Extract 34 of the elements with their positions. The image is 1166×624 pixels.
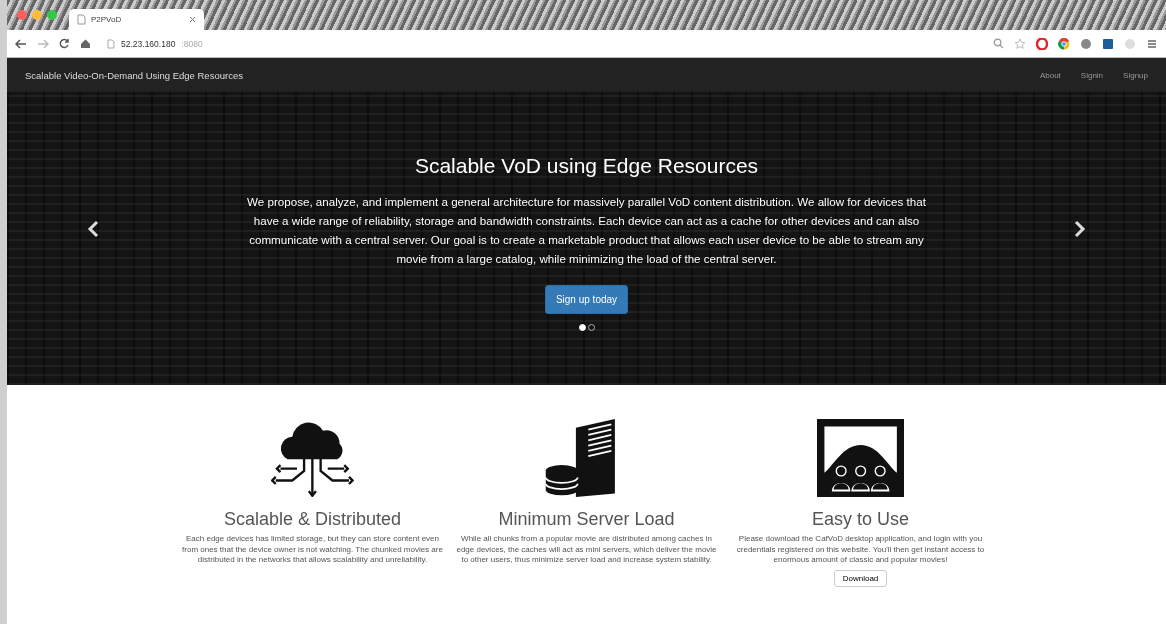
signup-button[interactable]: Sign up today xyxy=(544,285,629,314)
next-slide-icon[interactable] xyxy=(1074,219,1086,238)
download-button[interactable]: Download xyxy=(833,569,888,587)
reload-icon[interactable] xyxy=(59,38,70,49)
slide-title: Scalable VoD using Edge Resources xyxy=(414,154,759,178)
feature-heading: Minimum Server Load xyxy=(498,509,675,530)
close-window-icon[interactable] xyxy=(17,10,27,20)
feature-heading: Easy to Use xyxy=(811,509,909,530)
page-icon xyxy=(77,14,86,25)
back-icon[interactable] xyxy=(15,38,27,49)
maximize-window-icon[interactable] xyxy=(47,10,57,20)
previous-slide-icon[interactable] xyxy=(87,219,99,238)
feature-heading: Scalable & Distributed xyxy=(223,509,402,530)
address-field[interactable]: 52.23.160.180 :8080 xyxy=(101,33,983,54)
extension-icon[interactable] xyxy=(1080,37,1092,50)
feature-text: Each edge devices has limited storage, but they can store content even from ones that the device owner is not watching. The chunked movies are distributed in the networks that allows scalability and unreliability. xyxy=(181,534,444,566)
close-icon[interactable] xyxy=(189,16,196,23)
feature-text: While all chunks from a popular movie are distributed among caches in edge devices, the caches will act as mini servers, which deliver the movie to other users, thus minimize server load and increase system stability. xyxy=(455,534,718,566)
search-icon[interactable] xyxy=(993,38,1004,49)
nav-link[interactable]: Signup xyxy=(1123,70,1148,80)
nav-link[interactable]: Signin xyxy=(1080,70,1104,80)
slide-text: We propose, analyze, and implement a general architecture for massively parallel VoD content distribution. We allow for devices that have a wide range of reliability, storage and bandwidth constraints. Each device can act as a cache for other devices and can also communicate with a central server. Our goal is to create a marketable product that allows each user device to be able to stream any movie from a large catalog, while minimizing the load of the central server. xyxy=(246,194,927,267)
browser-tab[interactable]: P2PVoD xyxy=(69,9,204,30)
menu-icon[interactable] xyxy=(1146,37,1158,50)
brand-link[interactable]: Scalable Video-On-Demand Using Edge Resources xyxy=(25,69,243,81)
feature-text: Please download the CafVoD desktop application, and login with you credentials registered on this website. You'll then get instant access to enormous amount of classic and popular movies! xyxy=(735,534,986,566)
page-icon xyxy=(107,38,115,49)
home-icon[interactable] xyxy=(80,38,91,49)
minimize-window-icon[interactable] xyxy=(32,10,42,20)
nav-link[interactable]: About xyxy=(1039,70,1061,80)
theater-audience-icon xyxy=(816,419,905,497)
extension-icon[interactable] xyxy=(1102,37,1114,50)
tab-title: P2PVoD xyxy=(91,15,122,24)
star-icon[interactable] xyxy=(1014,37,1026,50)
